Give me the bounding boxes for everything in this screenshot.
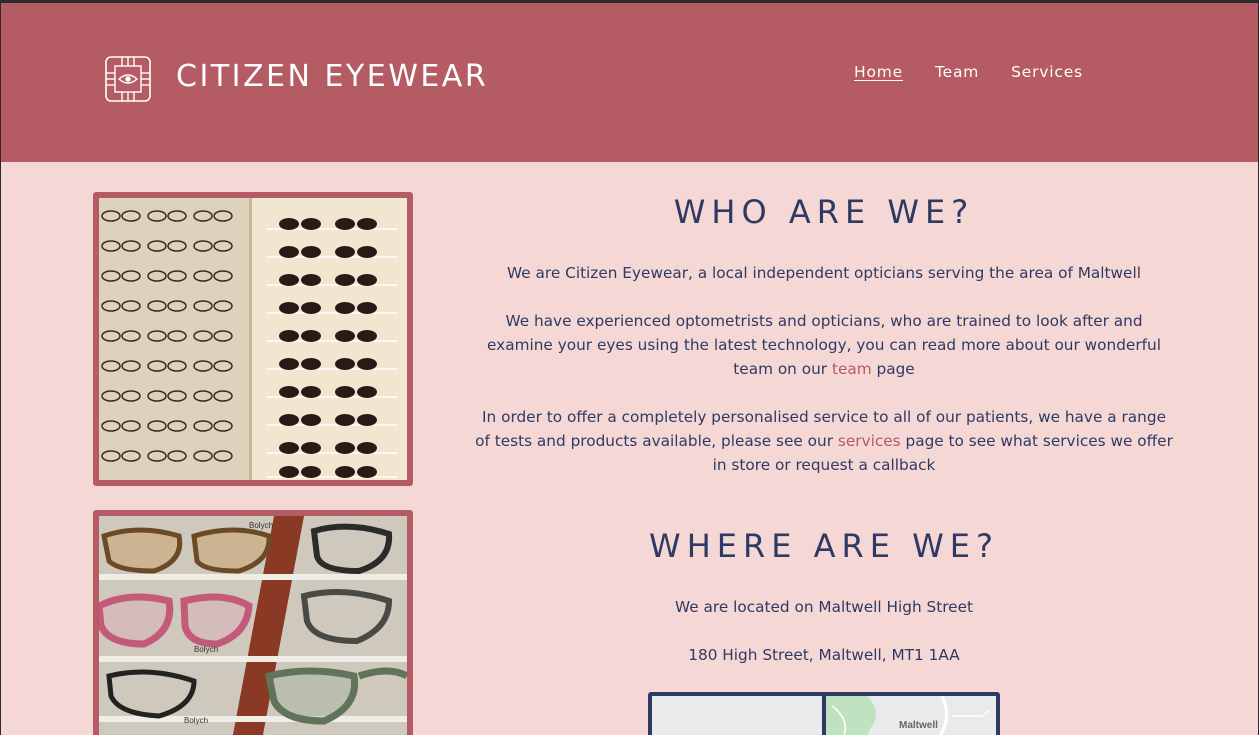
eye-compass-icon[interactable] [104,55,152,103]
svg-text:Bolych: Bolych [184,716,208,725]
svg-text:Bolych: Bolych [194,645,218,654]
map-town-label: Maltwell [899,720,938,731]
map-image [652,696,996,735]
services-link[interactable]: services [838,432,901,450]
colourful-frames-image: Bolych Bolych Bolych [99,516,407,735]
site-header: CITIZEN EYEWEAR Home Team Services [1,3,1258,162]
brand-name[interactable]: CITIZEN EYEWEAR [176,59,488,94]
glasses-wall-image [99,198,407,480]
location-text: We are located on Maltwell High Street [675,598,973,616]
team-link[interactable]: team [832,360,872,378]
who-intro-text: We are Citizen Eyewear, a local independ… [507,264,1141,282]
location-map[interactable]: Maltwell [648,692,1000,735]
address-text: 180 High Street, Maltwell, MT1 1AA [688,646,960,664]
nav-home-link[interactable]: Home [854,63,903,81]
page: CITIZEN EYEWEAR Home Team Services Bolyc… [1,3,1258,735]
glasses-display-photo [93,192,413,486]
where-are-we-heading: WHERE ARE WE? [649,527,999,565]
main-nav: Home Team Services [854,63,1083,81]
nav-services-link[interactable]: Services [1011,63,1083,81]
who-services-text: In order to offer a completely personali… [474,405,1174,477]
who-team-text-after: page [871,360,915,378]
colourful-frames-photo: Bolych Bolych Bolych [93,510,413,735]
who-team-text: We have experienced optometrists and opt… [474,309,1174,381]
nav-team-link[interactable]: Team [935,63,979,81]
who-are-we-heading: WHO ARE WE? [673,193,975,231]
who-team-text-before: We have experienced optometrists and opt… [487,312,1161,378]
frame-brand-text: Bolych [249,521,273,530]
